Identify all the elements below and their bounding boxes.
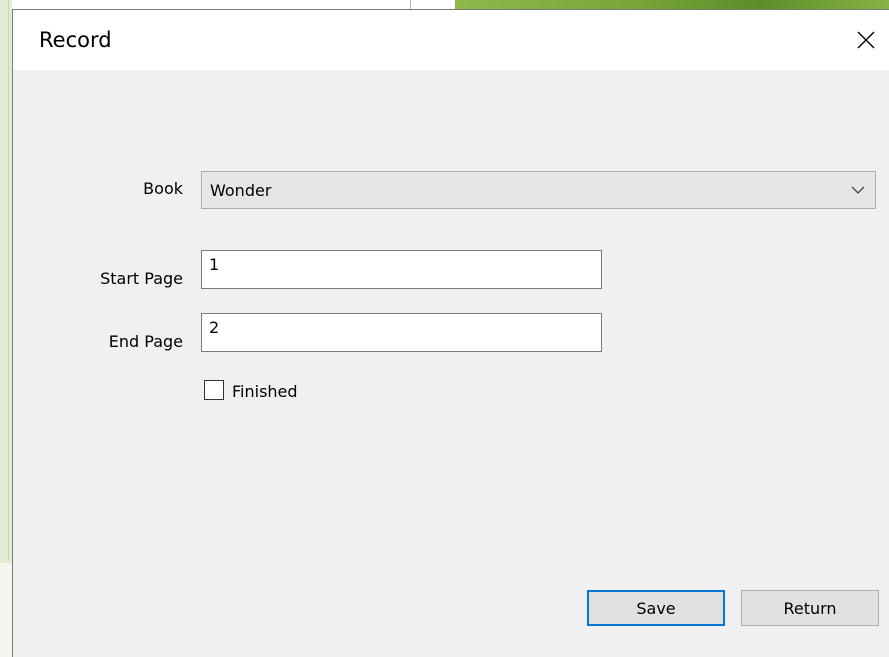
end-page-input[interactable]: 2 — [201, 313, 602, 352]
start-page-input[interactable]: 1 — [201, 250, 602, 289]
return-button-label: Return — [783, 598, 837, 618]
book-select-value: Wonder — [210, 181, 272, 200]
background-divider — [8, 0, 9, 560]
close-button[interactable] — [843, 10, 889, 70]
dialog-titlebar: Record — [13, 10, 889, 70]
background-window-edge — [0, 0, 12, 657]
start-page-label: Start Page — [100, 269, 183, 288]
finished-label[interactable]: Finished — [232, 382, 298, 401]
record-dialog: Record Book Wonder Start Page 1 End Page… — [12, 9, 889, 657]
finished-checkbox[interactable] — [204, 380, 224, 400]
chevron-down-icon — [851, 186, 865, 194]
book-label: Book — [143, 179, 183, 198]
close-icon — [857, 31, 875, 49]
save-button-label: Save — [636, 598, 676, 618]
save-button[interactable]: Save — [587, 590, 725, 626]
book-select[interactable]: Wonder — [201, 171, 876, 209]
dialog-title: Record — [39, 28, 112, 52]
background-window-corner — [0, 563, 12, 657]
end-page-label: End Page — [108, 332, 183, 351]
return-button[interactable]: Return — [741, 590, 879, 626]
